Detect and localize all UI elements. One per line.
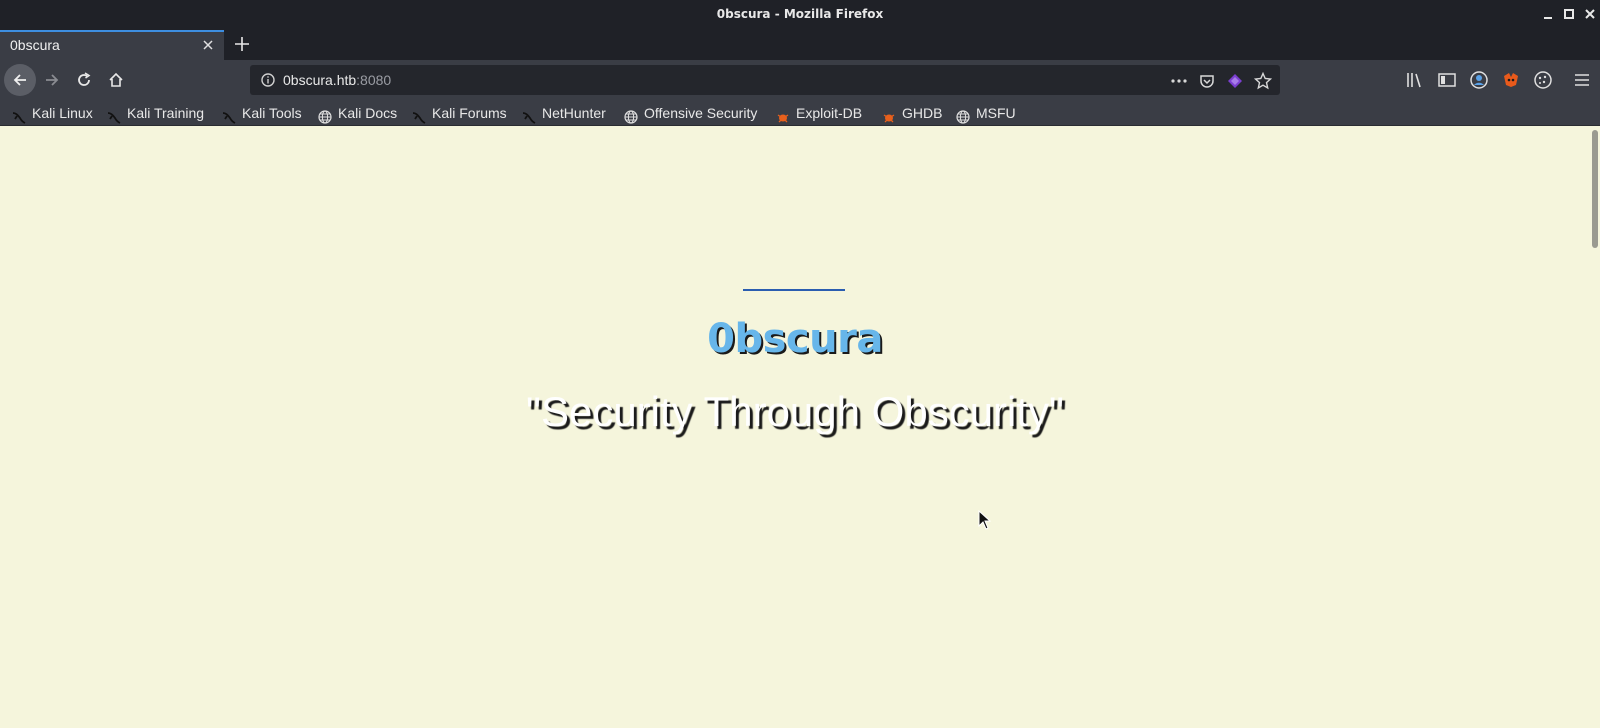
scrollbar-thumb[interactable] <box>1592 130 1598 248</box>
page-content: 0bscura "Security Through Obscurity" <box>0 126 1590 728</box>
reload-button[interactable] <box>68 64 100 96</box>
back-button[interactable] <box>4 64 36 96</box>
tab-label: 0bscura <box>10 37 60 53</box>
url-host: 0bscura.htb <box>283 72 357 88</box>
kali-dragon-icon <box>522 106 536 124</box>
tab-strip: 0bscura <box>0 28 1600 60</box>
site-info-icon[interactable] <box>260 72 276 92</box>
kali-dragon-icon <box>412 106 426 124</box>
close-tab-icon[interactable] <box>200 37 216 53</box>
hamburger-menu-icon[interactable] <box>1572 70 1592 90</box>
window-titlebar: 0bscura - Mozilla Firefox <box>0 0 1600 28</box>
site-title: 0bscura <box>707 316 883 362</box>
globe-icon <box>318 106 332 124</box>
bookmark-star-icon[interactable] <box>1253 71 1273 90</box>
back-arrow-icon <box>13 74 26 86</box>
home-icon <box>109 72 123 87</box>
reload-icon <box>78 72 91 86</box>
forward-button[interactable] <box>36 64 68 96</box>
account-icon[interactable] <box>1469 70 1489 90</box>
site-tagline: "Security Through Obscurity" <box>526 388 1064 435</box>
extension-gem-icon[interactable] <box>1226 72 1244 90</box>
foxyproxy-icon[interactable] <box>1501 70 1521 90</box>
kali-dragon-icon <box>107 106 121 124</box>
pocket-icon[interactable] <box>1198 72 1216 90</box>
exploitdb-bug-icon <box>882 106 896 123</box>
globe-icon <box>624 106 638 124</box>
mouse-cursor-icon <box>978 509 992 534</box>
minimize-icon[interactable] <box>1540 6 1556 22</box>
window-close-icon[interactable] <box>1582 6 1598 22</box>
cookie-icon[interactable] <box>1533 70 1553 90</box>
tab-obscura[interactable]: 0bscura <box>0 30 224 60</box>
forward-arrow-icon <box>46 74 59 86</box>
page-actions-icon[interactable] <box>1170 72 1188 90</box>
title-divider <box>743 289 845 291</box>
new-tab-icon[interactable] <box>232 34 252 54</box>
globe-icon <box>956 106 970 124</box>
library-icon[interactable] <box>1405 70 1425 90</box>
vertical-scrollbar[interactable] <box>1590 126 1600 728</box>
maximize-icon[interactable] <box>1561 6 1577 22</box>
home-button[interactable] <box>100 64 132 96</box>
navigation-toolbar: 0bscura.htb:8080 <box>0 60 1600 100</box>
url-port: :8080 <box>356 72 392 88</box>
kali-dragon-icon <box>222 106 236 124</box>
kali-dragon-icon <box>12 106 26 124</box>
url-bar[interactable]: 0bscura.htb:8080 <box>250 65 1280 95</box>
sidebar-icon[interactable] <box>1437 70 1457 90</box>
exploitdb-bug-icon <box>776 106 790 123</box>
bookmarks-toolbar: Kali Linux Kali Training Kali Tools Kali… <box>0 100 1600 126</box>
url-text[interactable]: 0bscura.htb:8080 <box>283 65 391 95</box>
window-title: 0bscura - Mozilla Firefox <box>716 7 884 21</box>
